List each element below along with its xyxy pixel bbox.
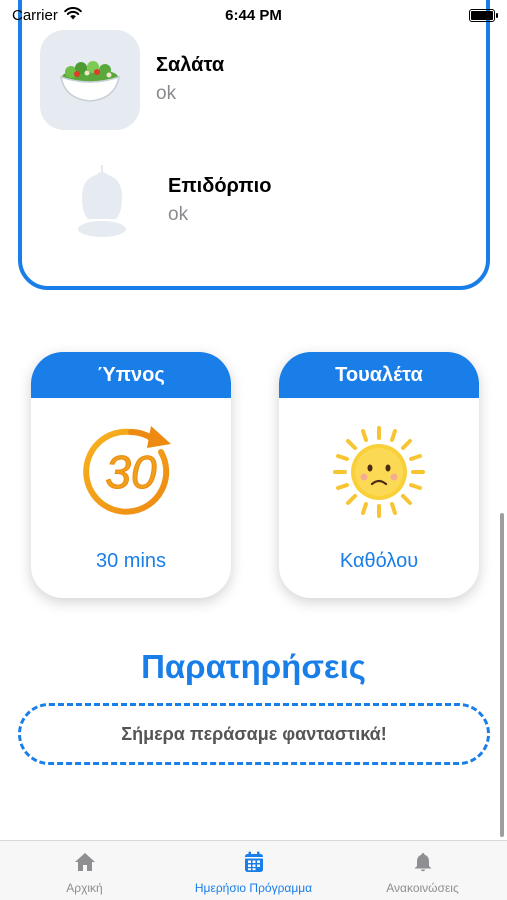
meal-text: Σαλάτα ok bbox=[156, 54, 224, 105]
sleep-value: 30 mins bbox=[95, 550, 167, 572]
home-icon bbox=[74, 851, 96, 873]
bell-icon bbox=[414, 851, 432, 873]
meal-title: Σαλάτα bbox=[156, 54, 225, 76]
remarks-text: Σήμερα περάσαμε φανταστικά! bbox=[121, 723, 387, 744]
tab-daily-program[interactable]: Ημερήσιο Πρόγραμμα bbox=[169, 841, 338, 900]
daily-program-screen: Carrier 6:44 PM Σαλάτα ok Επιδόρπιο ok Ύ… bbox=[0, 0, 507, 900]
status-left: Carrier bbox=[12, 7, 82, 24]
meal-status: ok bbox=[168, 204, 189, 225]
timer-value-text: 30 bbox=[105, 446, 157, 498]
timer-30-icon: 30 bbox=[31, 422, 231, 522]
tab-label: Ημερήσιο Πρόγραμμα bbox=[194, 881, 313, 895]
meals-card: Σαλάτα ok Επιδόρπιο ok bbox=[18, 0, 490, 290]
meal-text: Επιδόρπιο ok bbox=[168, 175, 271, 226]
remarks-box: Σήμερα περάσαμε φανταστικά! bbox=[18, 703, 490, 765]
tab-label: Αρχική bbox=[66, 881, 103, 895]
toilet-card-title: Τουαλέτα bbox=[279, 352, 479, 398]
scroll-indicator[interactable] bbox=[500, 513, 504, 837]
tab-label: Ανακοινώσεις bbox=[386, 881, 459, 895]
battery-icon bbox=[469, 8, 498, 22]
tab-home[interactable]: Αρχική bbox=[0, 841, 169, 900]
meal-row-dessert[interactable]: Επιδόρπιο ok bbox=[52, 151, 271, 251]
toilet-card[interactable]: Τουαλέτα Καθόλου bbox=[279, 352, 479, 598]
sleep-card[interactable]: Ύπνος 30 30 mins bbox=[31, 352, 231, 598]
calendar-icon bbox=[244, 851, 264, 873]
salad-icon bbox=[40, 30, 140, 130]
meal-title: Επιδόρπιο bbox=[168, 175, 272, 197]
tab-announcements[interactable]: Ανακοινώσεις bbox=[338, 841, 507, 900]
carrier-label: Carrier bbox=[12, 6, 58, 24]
sad-sun-icon bbox=[279, 422, 479, 522]
sleep-card-title: Ύπνος bbox=[31, 352, 231, 398]
meal-status: ok bbox=[156, 83, 177, 104]
meal-row-salad[interactable]: Σαλάτα ok bbox=[40, 30, 224, 130]
remarks-title: Παρατηρήσεις bbox=[141, 648, 366, 685]
dessert-placeholder-icon bbox=[52, 151, 152, 251]
status-bar: Carrier 6:44 PM bbox=[0, 0, 507, 30]
tab-bar: Αρχική Ημερήσιο Πρόγραμμα Ανακοινώσεις bbox=[0, 840, 507, 900]
toilet-value: Καθόλου bbox=[339, 550, 419, 572]
wifi-icon bbox=[64, 6, 82, 24]
